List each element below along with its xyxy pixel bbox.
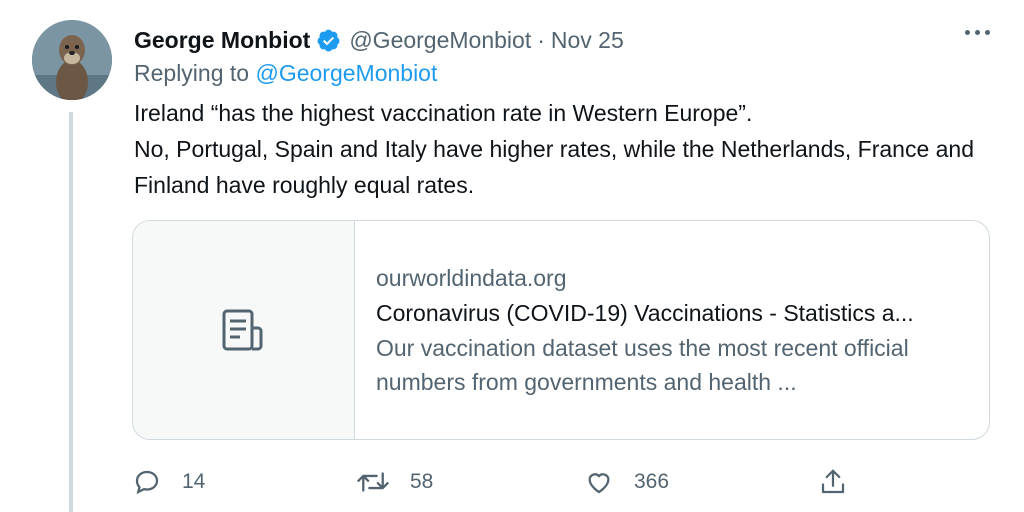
like-button[interactable]: 366	[584, 462, 669, 502]
document-icon	[222, 309, 262, 351]
retweet-icon	[357, 472, 389, 492]
share-icon	[821, 469, 845, 494]
card-title: Coronavirus (COVID-19) Vaccinations - St…	[376, 300, 914, 326]
replying-prefix: Replying to	[134, 60, 250, 86]
reply-count: 14	[182, 470, 206, 493]
card-thumbnail	[133, 221, 355, 439]
separator-dot: ·	[537, 26, 545, 53]
author-handle[interactable]: @GeorgeMonbiot	[349, 27, 531, 54]
card-body: ourworldindata.org Coronavirus (COVID-19…	[355, 221, 989, 439]
more-options-icon[interactable]	[965, 30, 990, 35]
tweet-actions: 14 58 366	[132, 462, 872, 502]
retweet-count: 58	[410, 470, 434, 493]
thread-line	[69, 112, 73, 512]
reply-button[interactable]: 14	[132, 462, 205, 502]
retweet-button[interactable]: 58	[356, 462, 433, 502]
author-name[interactable]: George Monbiot	[134, 27, 310, 54]
reply-icon	[135, 470, 159, 495]
otter-avatar-image	[32, 20, 112, 100]
link-card[interactable]: ourworldindata.org Coronavirus (COVID-19…	[132, 220, 990, 440]
tweet-header: George Monbiot @GeorgeMonbiot · Nov 25	[134, 24, 624, 56]
replying-to: Replying to @GeorgeMonbiot	[134, 60, 437, 87]
verified-badge-icon	[317, 29, 340, 51]
card-domain: ourworldindata.org	[376, 265, 567, 291]
tweet-text: Ireland “has the highest vaccination rat…	[134, 100, 974, 198]
replying-target-link[interactable]: @GeorgeMonbiot	[255, 60, 437, 86]
like-count: 366	[634, 470, 670, 493]
heart-icon	[588, 473, 610, 494]
avatar[interactable]	[32, 20, 112, 100]
card-description: Our vaccination dataset uses the most re…	[376, 335, 909, 395]
share-button[interactable]	[818, 462, 848, 502]
tweet-date[interactable]: Nov 25	[551, 27, 624, 54]
